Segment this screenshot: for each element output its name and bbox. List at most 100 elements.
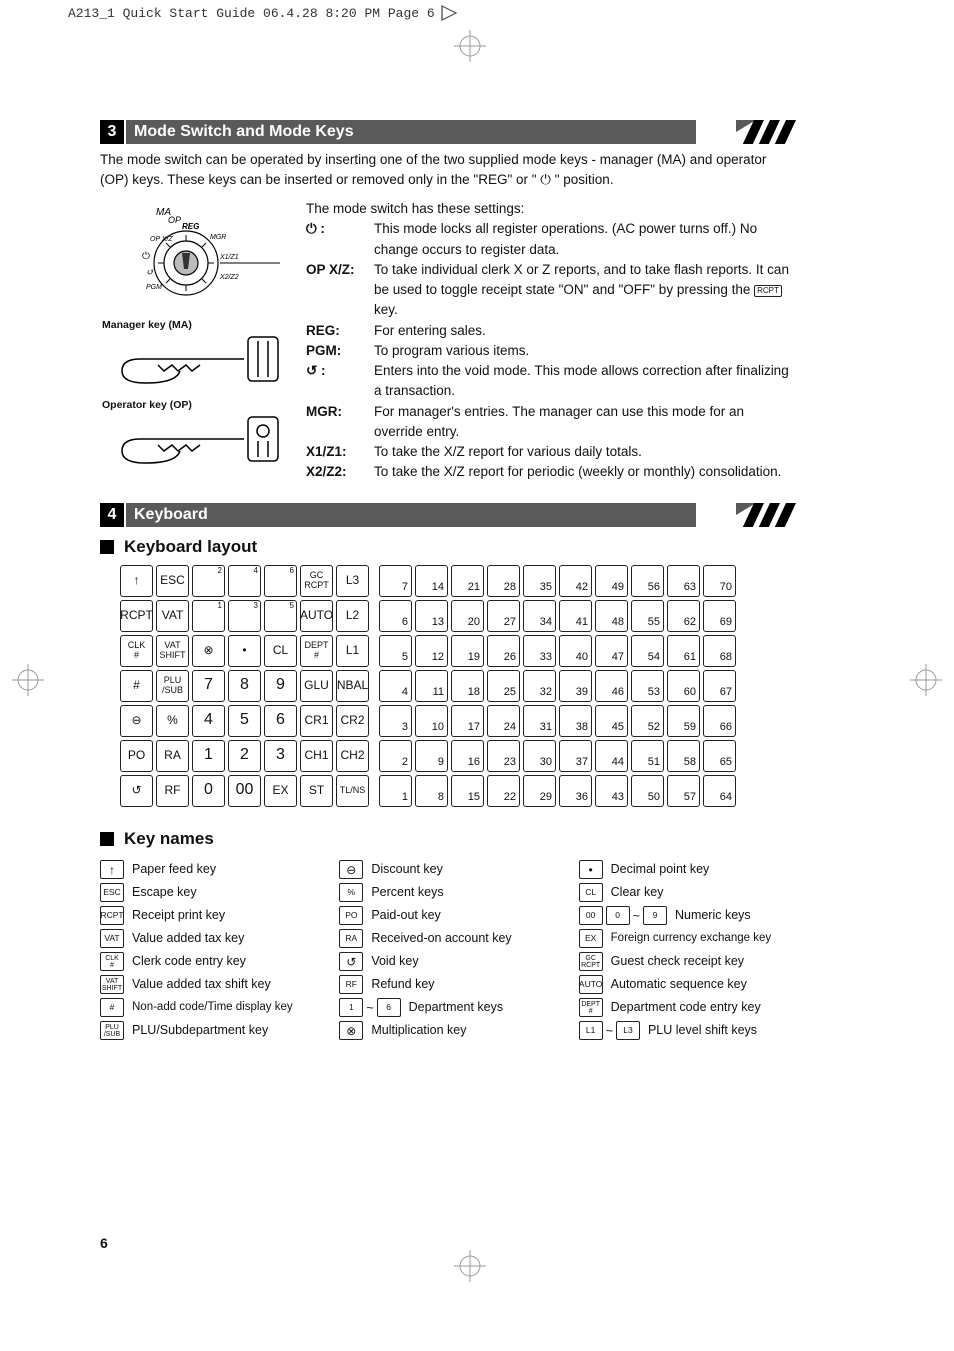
dept-keycap: 16 <box>451 740 484 772</box>
dept-keycap: 27 <box>487 600 520 632</box>
dept-keycap: 58 <box>667 740 700 772</box>
mini-keycap: GCRCPT <box>579 952 603 971</box>
section-3-title: Mode Switch and Mode Keys <box>124 120 696 144</box>
dept-keycap: 8 <box>415 775 448 807</box>
dept-keycap: 33 <box>523 635 556 667</box>
mini-keycap: VAT <box>100 929 124 948</box>
mini-keycap: ↺ <box>339 952 363 971</box>
operator-key-icon <box>100 413 290 469</box>
key-name-row: DEPT#Department code entry key <box>579 998 796 1018</box>
dept-keycap: 64 <box>703 775 736 807</box>
dept-keycap: 14 <box>415 565 448 597</box>
dept-keycap: 66 <box>703 705 736 737</box>
mini-keycap: EX <box>579 929 603 948</box>
keyboard-layout-heading: Keyboard layout <box>100 537 796 557</box>
dept-keycap: 43 <box>595 775 628 807</box>
crop-mark-top <box>450 26 490 71</box>
dept-keycap: 68 <box>703 635 736 667</box>
keycap: 5 <box>228 705 261 737</box>
keycap: AUTO <box>300 600 333 632</box>
keycap: 00 <box>228 775 261 807</box>
dept-keycap: 67 <box>703 670 736 702</box>
dept-keycap: 4 <box>379 670 412 702</box>
key-name-row: L1~L3PLU level shift keys <box>579 1021 796 1041</box>
key-name-row: GCRCPTGuest check receipt key <box>579 952 796 972</box>
keycap: ↺ <box>120 775 153 807</box>
dept-keycap: 24 <box>487 705 520 737</box>
mini-keycap: CL <box>579 883 603 902</box>
keycap: VATSHIFT <box>156 635 189 667</box>
mode-setting-row: REG:For entering sales. <box>306 321 796 341</box>
keycap: PO <box>120 740 153 772</box>
dept-keycap: 2 <box>379 740 412 772</box>
svg-text:REG: REG <box>182 222 199 231</box>
keycap: 2 <box>228 740 261 772</box>
dept-keycap: 17 <box>451 705 484 737</box>
keycap: PLU/SUB <box>156 670 189 702</box>
dept-keycap: 25 <box>487 670 520 702</box>
mode-dial-icon: MA OP REG OP X/Z MGR X1/Z1 X2/Z2 PGM ⏻ ↺ <box>100 199 290 309</box>
key-name-row: ⊖Discount key <box>339 860 556 880</box>
mini-keycap: PO <box>339 906 363 925</box>
section-4-header: 4 Keyboard <box>100 503 796 527</box>
print-slug: A213_1 Quick Start Guide 06.4.28 8:20 PM… <box>68 6 435 21</box>
dept-keycap: 11 <box>415 670 448 702</box>
rcpt-key-icon: RCPT <box>754 285 782 297</box>
keycap: 9 <box>264 670 297 702</box>
page-number: 6 <box>100 1235 108 1251</box>
mode-setting-row: OP X/Z:To take individual clerk X or Z r… <box>306 260 796 321</box>
mini-keycap: ⊖ <box>339 860 363 879</box>
dept-keycap: 5 <box>379 635 412 667</box>
dept-keycap: 35 <box>523 565 556 597</box>
keycap: NBAL <box>336 670 369 702</box>
key-name-row: ↺Void key <box>339 952 556 972</box>
keycap: 4 <box>192 705 225 737</box>
dept-keycap: 37 <box>559 740 592 772</box>
slug-arrow-icon <box>438 2 460 29</box>
dept-keycap: 54 <box>631 635 664 667</box>
dept-keycap: 3 <box>379 705 412 737</box>
dept-keycap: 70 <box>703 565 736 597</box>
key-name-row: %Percent keys <box>339 883 556 903</box>
key-name-row: CLClear key <box>579 883 796 903</box>
svg-text:X1/Z1: X1/Z1 <box>219 254 239 261</box>
dept-keycap: 21 <box>451 565 484 597</box>
mini-keycap: RA <box>339 929 363 948</box>
key-name-row: ⊗Multiplication key <box>339 1021 556 1041</box>
dept-keycap: 41 <box>559 600 592 632</box>
keycap: RF <box>156 775 189 807</box>
crop-mark-bottom <box>450 1246 490 1291</box>
mini-keycap: DEPT# <box>579 998 603 1017</box>
key-name-row: CLK#Clerk code entry key <box>100 952 317 972</box>
svg-text:PGM: PGM <box>146 284 162 291</box>
operator-key-label: Operator key (OP) <box>102 399 290 411</box>
key-name-row: ESCEscape key <box>100 883 317 903</box>
keycap: TL/NS <box>336 775 369 807</box>
mini-keycap: ESC <box>100 883 124 902</box>
dept-keycap: 52 <box>631 705 664 737</box>
dept-keycap: 40 <box>559 635 592 667</box>
keycap: GCRCPT <box>300 565 333 597</box>
keycap: CR1 <box>300 705 333 737</box>
dept-keycap: 42 <box>559 565 592 597</box>
mini-keycap: RF <box>339 975 363 994</box>
keycap: CH2 <box>336 740 369 772</box>
dept-keycap: 32 <box>523 670 556 702</box>
keycap: L3 <box>336 565 369 597</box>
dept-keycap: 47 <box>595 635 628 667</box>
key-name-row: RCPTReceipt print key <box>100 906 317 926</box>
keycap: 5 <box>264 600 297 632</box>
key-name-row: AUTOAutomatic sequence key <box>579 975 796 995</box>
key-name-row: #Non-add code/Time display key <box>100 998 317 1018</box>
dept-keycap: 18 <box>451 670 484 702</box>
settings-title: The mode switch has these settings: <box>306 199 796 219</box>
dept-keycap: 6 <box>379 600 412 632</box>
keycap: 3 <box>228 600 261 632</box>
keycap: # <box>120 670 153 702</box>
key-name-row: PLU/SUBPLU/Subdepartment key <box>100 1021 317 1041</box>
keycap: CR2 <box>336 705 369 737</box>
dept-keycap: 29 <box>523 775 556 807</box>
dept-keycap: 59 <box>667 705 700 737</box>
keyboard-layout: ↑ESC246GCRCPTL3RCPTVAT135AUTOL2CLK#VATSH… <box>120 565 796 807</box>
mini-keycap: RCPT <box>100 906 124 925</box>
